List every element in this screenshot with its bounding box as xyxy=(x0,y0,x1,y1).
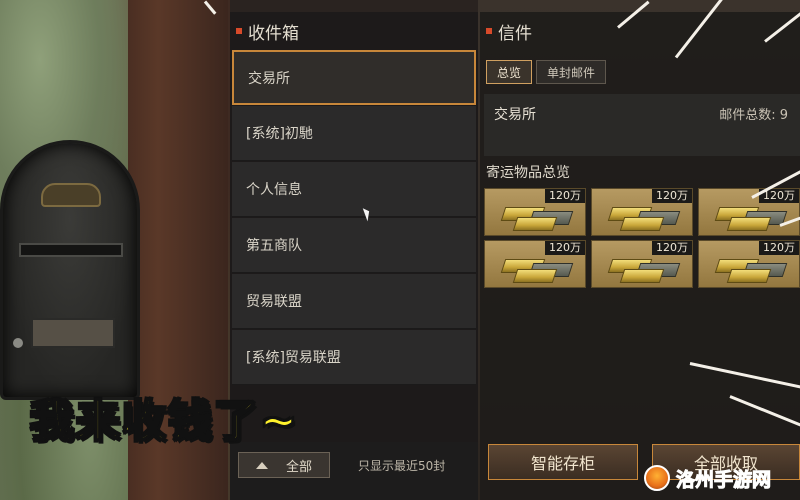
inbox-item-personal[interactable]: 个人信息 xyxy=(232,162,476,217)
title-dot-icon xyxy=(486,28,492,34)
mail-count-value: 9 xyxy=(779,108,788,123)
inbox-item-label: 个人信息 xyxy=(246,182,302,198)
caption-overlay: 我来收钱了~ xyxy=(29,395,299,448)
inbox-header: 收件箱 xyxy=(230,12,478,50)
mail-header: 信件 xyxy=(480,12,800,50)
inbox-list: 交易所 [系统]初馳 个人信息 第五商队 贸易联盟 [系统]贸易联盟 xyxy=(232,50,476,386)
mail-tabs: 总览 单封邮件 xyxy=(486,60,607,84)
smart-store-button[interactable]: 智能存柜 xyxy=(488,444,638,480)
attachment-item[interactable]: 120万 xyxy=(591,188,693,236)
inbox-item-label: [系统]初馳 xyxy=(246,126,313,142)
gold-bars-icon-front xyxy=(619,269,665,283)
attachment-amount: 120万 xyxy=(652,241,692,255)
attachment-item[interactable]: 120万 xyxy=(484,240,586,288)
inbox-item-system-trade-alliance[interactable]: [系统]贸易联盟 xyxy=(232,330,476,385)
attachment-item[interactable]: 120万 xyxy=(698,188,800,236)
mailbox-plate xyxy=(31,318,115,348)
inbox-footer: 全部 只显示最近50封 xyxy=(230,442,478,500)
inbox-item-label: 贸易联盟 xyxy=(246,294,302,310)
attachment-amount: 120万 xyxy=(652,189,692,203)
mail-count: 邮件总数: 9 xyxy=(719,104,788,123)
mail-summary: 交易所 邮件总数: 9 xyxy=(484,94,800,156)
attachment-amount: 120万 xyxy=(759,241,799,255)
filter-all-label: 全部 xyxy=(285,459,312,475)
attachment-item[interactable]: 120万 xyxy=(591,240,693,288)
inbox-item-label: 第五商队 xyxy=(246,238,302,254)
inbox-item-caravan[interactable]: 第五商队 xyxy=(232,218,476,273)
inbox-item-label: [系统]贸易联盟 xyxy=(246,350,341,366)
mail-sender: 交易所 xyxy=(494,107,536,123)
title-dot-icon xyxy=(236,28,242,34)
attachment-item[interactable]: 120万 xyxy=(484,188,586,236)
gold-bars-icon-front xyxy=(726,269,772,283)
filter-all-button[interactable]: 全部 xyxy=(238,452,330,478)
inbox-title: 收件箱 xyxy=(248,23,299,44)
tab-single-mail[interactable]: 单封邮件 xyxy=(536,60,607,84)
inbox-item-system-first[interactable]: [系统]初馳 xyxy=(232,106,476,161)
gold-bars-icon-front xyxy=(512,217,558,231)
attachment-item[interactable]: 120万 xyxy=(698,240,800,288)
watermark-logo-icon xyxy=(644,465,670,491)
inbox-item-trade-alliance[interactable]: 贸易联盟 xyxy=(232,274,476,329)
gold-bars-icon-front xyxy=(619,217,665,231)
attachment-amount: 120万 xyxy=(545,189,585,203)
inbox-item-exchange[interactable]: 交易所 xyxy=(232,50,476,105)
gold-bars-icon-front xyxy=(726,217,772,231)
watermark: 洛州手游网 xyxy=(644,462,772,494)
mail-title: 信件 xyxy=(498,23,532,44)
mailbox-knob xyxy=(13,338,23,348)
mailbox-slot xyxy=(19,243,123,257)
inbox-item-label: 交易所 xyxy=(248,70,290,87)
attachment-amount: 120万 xyxy=(545,241,585,255)
mailbox-ornament xyxy=(41,183,101,207)
attachment-grid: 120万 120万 120万 120万 120万 120万 xyxy=(484,188,800,288)
mail-panel: 信件 总览 单封邮件 交易所 邮件总数: 9 寄运物品总览 120万 120万 xyxy=(480,12,800,500)
footer-note: 只显示最近50封 xyxy=(358,459,446,473)
mail-count-label: 邮件总数: xyxy=(719,108,776,123)
tab-overview[interactable]: 总览 xyxy=(486,60,533,84)
section-title: 寄运物品总览 xyxy=(486,165,570,181)
mailbox-image xyxy=(0,140,140,400)
watermark-text: 洛州手游网 xyxy=(675,468,772,491)
gold-bars-icon-front xyxy=(512,269,558,283)
caret-up-icon xyxy=(255,461,268,469)
